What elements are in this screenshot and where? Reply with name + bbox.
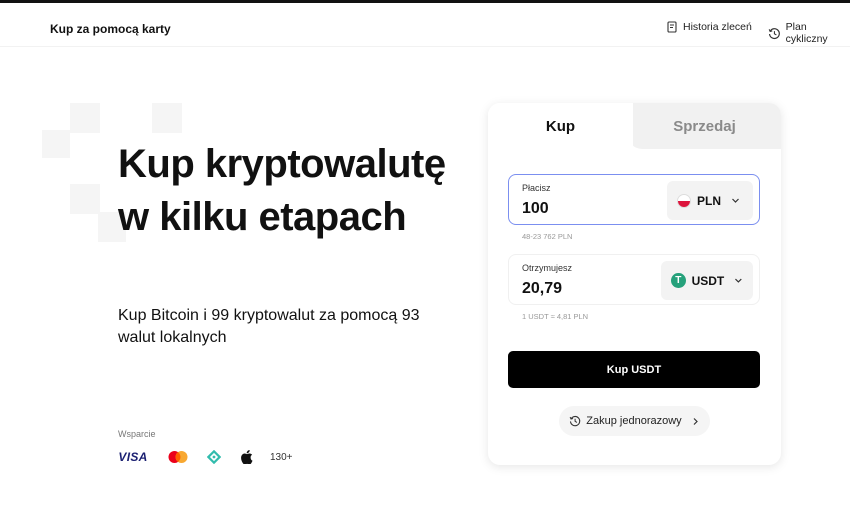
pay-currency-select[interactable]: PLN — [667, 181, 753, 220]
one-time-purchase-label: Zakup jednorazowy — [586, 415, 682, 427]
receive-label: Otrzymujesz — [522, 263, 573, 273]
chevron-down-icon — [735, 278, 742, 283]
pix-icon — [206, 448, 222, 466]
tab-sell[interactable]: Sprzedaj — [628, 103, 781, 149]
support-label: Wsparcie — [118, 429, 156, 439]
receive-amount-value: 20,79 — [522, 280, 563, 297]
trade-card: Sprzedaj Kup Płacisz 100 PLN 48-23 762 P… — [488, 103, 781, 465]
one-time-purchase-button[interactable]: Zakup jednorazowy — [559, 406, 710, 436]
payment-methods: VISA 130+ — [118, 448, 293, 466]
decorative-square — [42, 130, 70, 158]
hero-title: Kup kryptowalutę w kilku etapach — [118, 142, 446, 239]
receive-currency-code: USDT — [691, 273, 725, 288]
decorative-square — [152, 103, 182, 133]
pay-amount-field[interactable]: Płacisz 100 PLN — [508, 174, 760, 225]
chevron-right-icon — [693, 417, 698, 425]
poland-flag-icon — [677, 193, 691, 208]
visa-logo: VISA — [118, 450, 148, 464]
tab-buy[interactable]: Kup — [488, 103, 633, 149]
buy-usdt-button[interactable]: Kup USDT — [508, 351, 760, 388]
decorative-square — [70, 184, 100, 214]
apple-icon — [240, 448, 254, 466]
history-clock-icon — [768, 27, 780, 39]
receive-amount-field[interactable]: Otrzymujesz 20,79 T USDT — [508, 254, 760, 305]
order-history-link[interactable]: Historia zleceń — [666, 21, 752, 33]
page-title: Kup za pomocą karty — [50, 22, 171, 36]
more-methods-count: 130+ — [270, 451, 293, 463]
pay-currency-code: PLN — [697, 193, 721, 208]
pay-amount-input[interactable]: 100 — [522, 200, 549, 218]
exchange-rate-hint: 1 USDT ≈ 4,81 PLN — [522, 312, 589, 321]
recurring-plan-link[interactable]: Plan cykliczny — [768, 21, 850, 45]
receive-currency-select[interactable]: T USDT — [661, 261, 753, 300]
tether-icon: T — [671, 273, 686, 288]
mastercard-icon — [166, 448, 190, 466]
recurring-plan-label: Plan cykliczny — [785, 21, 828, 45]
chevron-down-icon — [732, 198, 739, 203]
order-history-label: Historia zleceń — [683, 21, 752, 33]
document-icon — [667, 21, 677, 33]
hero-subtitle: Kup Bitcoin i 99 kryptowalut za pomocą 9… — [118, 307, 420, 346]
header: Kup za pomocą karty Historia zleceń Plan… — [0, 3, 850, 47]
history-clock-icon — [569, 415, 581, 427]
pay-label: Płacisz — [522, 183, 551, 193]
pay-range-hint: 48-23 762 PLN — [522, 232, 573, 241]
decorative-square — [70, 103, 100, 133]
